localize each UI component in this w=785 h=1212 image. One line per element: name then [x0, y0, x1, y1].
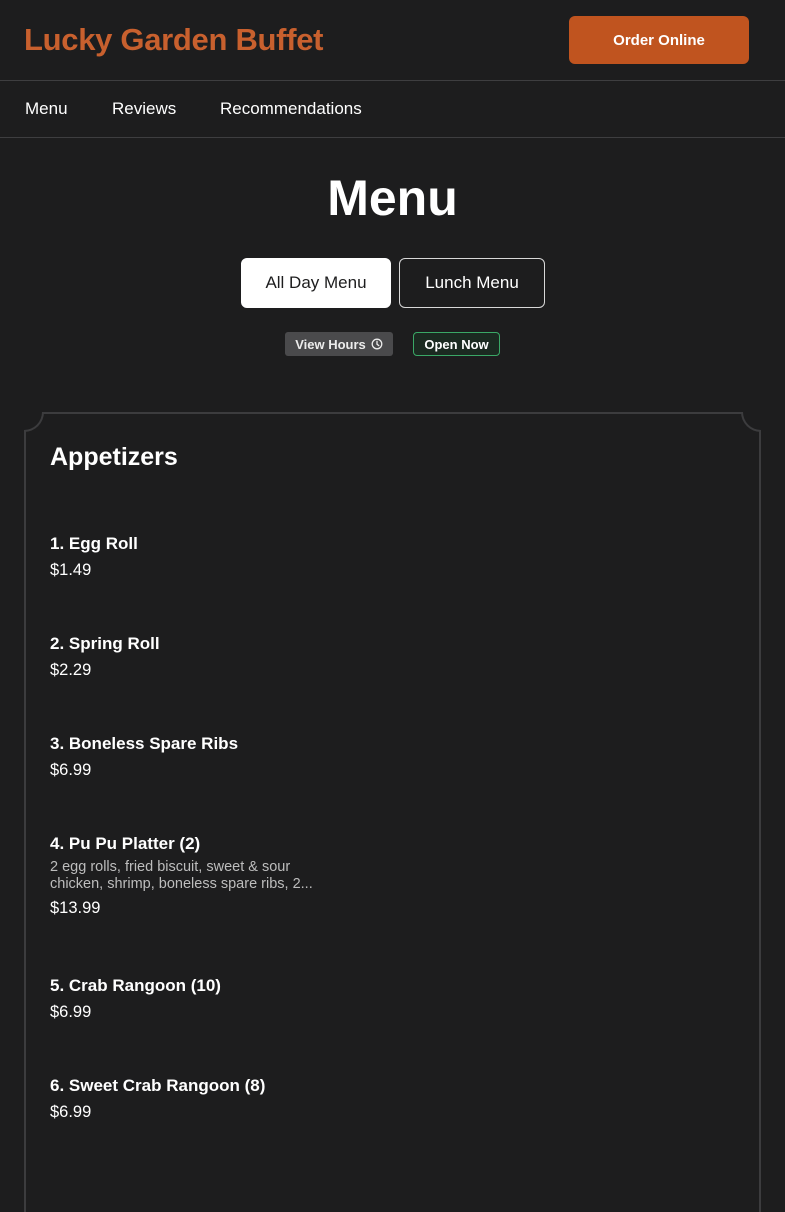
menu-item[interactable]: 3. Boneless Spare Ribs $6.99: [50, 733, 350, 781]
menu-item[interactable]: 1. Egg Roll $1.49: [50, 533, 350, 581]
menu-item-name: 3. Boneless Spare Ribs: [50, 734, 239, 753]
menu-item-name: 6. Sweet Crab Rangoon (8): [50, 1076, 266, 1095]
menu-item-price: $2.29: [50, 661, 92, 679]
view-hours-label: View Hours: [295, 336, 366, 352]
menu-item-price: $13.99: [50, 899, 101, 917]
nav-item-reviews[interactable]: Reviews: [112, 81, 176, 137]
menu-item-name: 2. Spring Roll: [50, 634, 160, 653]
menu-item-name: 5. Crab Rangoon (10): [50, 976, 221, 995]
menu-section-card: Appetizers 1. Egg Roll $1.49 2. Spring R…: [24, 412, 761, 1212]
card-corner-decoration: [741, 412, 761, 432]
nav-item-menu[interactable]: Menu: [25, 81, 68, 137]
menu-item-name: 4. Pu Pu Platter (2): [50, 834, 201, 853]
brand-logo[interactable]: Lucky Garden Buffet: [24, 20, 323, 60]
view-hours-button[interactable]: View Hours: [285, 332, 393, 356]
menu-item[interactable]: 6. Sweet Crab Rangoon (8) $6.99: [50, 1075, 350, 1123]
tab-all-day-menu[interactable]: All Day Menu: [241, 258, 391, 308]
menu-item[interactable]: 4. Pu Pu Platter (2) 2 egg rolls, fried …: [50, 833, 350, 919]
menu-item-price: $6.99: [50, 761, 92, 779]
menu-item-description: 2 egg rolls, fried biscuit, sweet & sour…: [50, 859, 313, 892]
tab-lunch-menu[interactable]: Lunch Menu: [399, 258, 545, 308]
section-title: Appetizers: [50, 443, 178, 471]
menu-item-price: $1.49: [50, 561, 92, 579]
menu-item-price: $6.99: [50, 1103, 92, 1121]
menu-item[interactable]: 2. Spring Roll $2.29: [50, 633, 350, 681]
nav-item-recommendations[interactable]: Recommendations: [220, 81, 362, 137]
order-online-button[interactable]: Order Online: [569, 16, 749, 64]
card-corner-decoration: [24, 412, 44, 432]
open-now-badge: Open Now: [413, 332, 500, 356]
site-header: Lucky Garden Buffet Order Online: [0, 0, 785, 81]
menu-item[interactable]: 5. Crab Rangoon (10) $6.99: [50, 975, 350, 1023]
clock-icon: [371, 338, 383, 350]
menu-item-price: $6.99: [50, 1003, 92, 1021]
main-nav: Menu Reviews Recommendations: [0, 81, 785, 138]
menu-item-name: 1. Egg Roll: [50, 534, 138, 553]
page-title: Menu: [327, 170, 458, 226]
